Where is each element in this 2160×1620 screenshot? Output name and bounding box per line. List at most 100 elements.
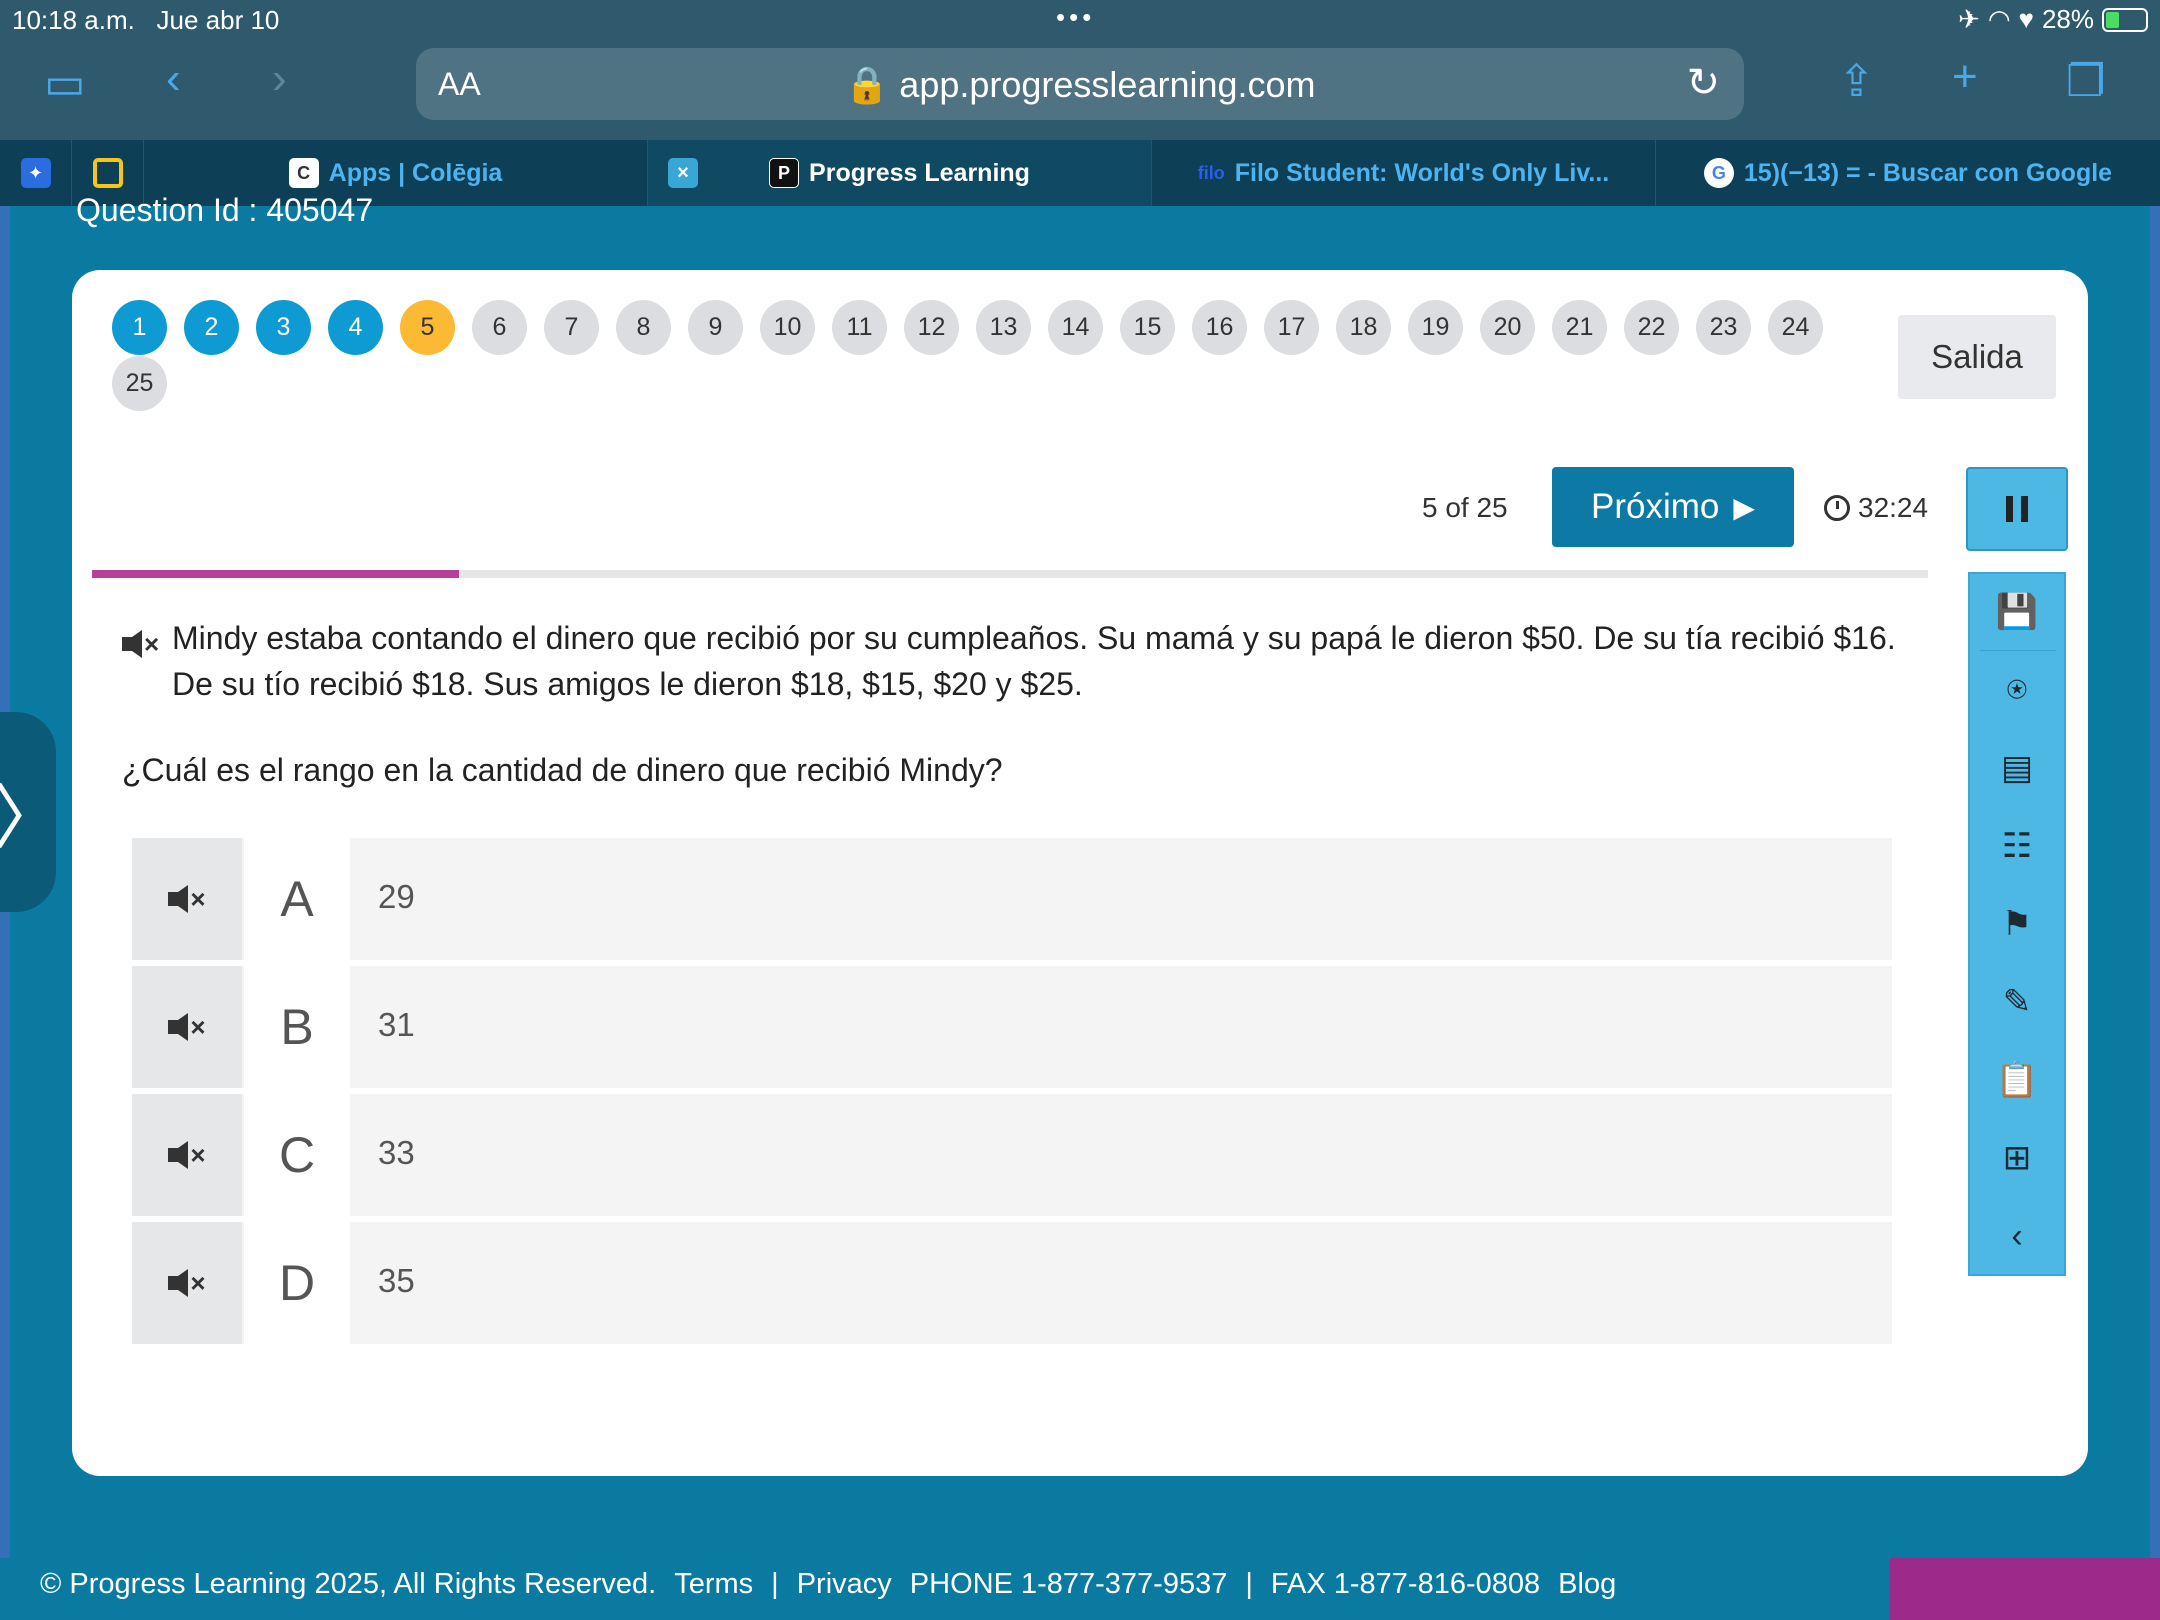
question-4-button[interactable]: 4	[328, 300, 383, 355]
choice-a[interactable]: × A 29	[132, 838, 1892, 960]
save-icon[interactable]: 💾	[1970, 574, 2064, 650]
question-counter: 5 of 25	[1422, 492, 1508, 523]
question-8-button[interactable]: 8	[616, 300, 671, 355]
mute-speaker-icon[interactable]: ×	[168, 1268, 206, 1299]
question-7-button[interactable]: 7	[544, 300, 599, 355]
question-9-button[interactable]: 9	[688, 300, 743, 355]
footer-accent	[1890, 1558, 2160, 1620]
notepad-icon[interactable]: 📋	[1970, 1042, 2064, 1118]
choice-letter: D	[244, 1222, 350, 1344]
battery-percent: 28%	[2041, 4, 2094, 34]
question-2-button[interactable]: 2	[184, 300, 239, 355]
question-1-button[interactable]: 1	[112, 300, 167, 355]
choice-value: 33	[378, 1134, 415, 1171]
copyright: © Progress Learning 2025, All Rights Res…	[40, 1568, 657, 1600]
question-13-button[interactable]: 13	[976, 300, 1031, 355]
tab-filo[interactable]: filo Filo Student: World's Only Liv...	[1152, 140, 1656, 206]
question-15-button[interactable]: 15	[1120, 300, 1175, 355]
filo-icon: filo	[1197, 162, 1225, 183]
back-icon[interactable]: ‹	[166, 54, 181, 104]
privacy-link[interactable]: Privacy	[797, 1568, 892, 1601]
collapse-icon[interactable]: ‹	[1970, 1198, 2064, 1274]
flag-icon[interactable]: ⚑	[1970, 886, 2064, 962]
progress-learning-icon: P	[769, 158, 800, 188]
question-17-button[interactable]: 17	[1264, 300, 1319, 355]
footer-separator: |	[1245, 1568, 1253, 1600]
mute-speaker-icon[interactable]: ×	[168, 1012, 206, 1043]
fax-number: FAX 1-877-816-0808	[1270, 1568, 1541, 1600]
close-tab-icon[interactable]: ×	[668, 158, 698, 188]
checklist-icon[interactable]: ☷	[1970, 808, 2064, 884]
question-18-button[interactable]: 18	[1336, 300, 1391, 355]
pause-button[interactable]	[1966, 467, 2068, 551]
colegia-icon: C	[288, 158, 319, 188]
airplane-icon: ✈	[1958, 4, 1980, 34]
choice-d[interactable]: × D 35	[132, 1222, 1892, 1344]
status-bar: 10:18 a.m. Jue abr 10 ••• ✈ ◠ ♥ 28%	[0, 0, 2160, 40]
choice-letter: C	[244, 1094, 350, 1216]
multitask-dots-icon[interactable]: •••	[1056, 2, 1095, 33]
url-text[interactable]: app.progresslearning.com	[899, 64, 1315, 105]
tab-label: 15)(−13) = - Buscar con Google	[1743, 158, 2113, 187]
reload-icon[interactable]: ↻	[1686, 60, 1720, 106]
status-date: Jue abr 10	[156, 5, 280, 35]
pinned-tab-1[interactable]: ✦	[0, 140, 72, 206]
question-19-button[interactable]: 19	[1408, 300, 1463, 355]
highlighter-icon[interactable]: ✎	[1970, 964, 2064, 1040]
footer: © Progress Learning 2025, All Rights Res…	[0, 1558, 2160, 1620]
question-24-button[interactable]: 24	[1768, 300, 1823, 355]
status-time: 10:18 a.m. Jue abr 10	[12, 5, 280, 35]
accessibility-icon[interactable]: ⍟	[1970, 652, 2064, 728]
question-22-button[interactable]: 22	[1624, 300, 1679, 355]
address-bar[interactable]: AA 🔒 app.progresslearning.com ↻	[416, 48, 1744, 120]
footer-separator: |	[771, 1568, 779, 1600]
left-edge	[0, 206, 10, 1620]
question-3-button[interactable]: 3	[256, 300, 311, 355]
share-icon[interactable]: ⇪	[1838, 56, 1875, 107]
question-6-button[interactable]: 6	[472, 300, 527, 355]
chevron-right-icon: 〉	[0, 778, 63, 857]
eraser-icon[interactable]: ▤	[1970, 730, 2064, 806]
sidebar-icon[interactable]: ▭	[44, 58, 86, 109]
next-button[interactable]: Próximo ▶	[1552, 467, 1794, 547]
side-drawer-handle[interactable]: 〉	[0, 712, 63, 912]
blog-link[interactable]: Blog	[1558, 1568, 1616, 1601]
question-16-button[interactable]: 16	[1192, 300, 1247, 355]
question-25-button[interactable]: 25	[112, 356, 167, 411]
google-icon: G	[1703, 158, 1734, 188]
natgeo-icon	[92, 158, 123, 188]
question-card: 1 2 3 4 5 6 7 8 9 10 11 12 13 14 15 16 17 18 19 20 21 22 23 24 2…	[72, 270, 2088, 1476]
question-12-button[interactable]: 12	[904, 300, 959, 355]
progress-bar	[92, 570, 1928, 578]
question-14-button[interactable]: 14	[1048, 300, 1103, 355]
timer-value: 32:24	[1858, 492, 1929, 523]
new-tab-icon[interactable]: +	[1952, 52, 1978, 102]
tabs-overview-icon[interactable]: ❐	[2066, 56, 2105, 107]
tab-progress-learning[interactable]: × P Progress Learning	[648, 140, 1152, 206]
add-note-icon[interactable]: ⊞	[1970, 1120, 2064, 1196]
timer: 32:24	[1824, 492, 1928, 524]
question-10-button[interactable]: 10	[760, 300, 815, 355]
forward-icon[interactable]: ›	[272, 54, 287, 104]
terms-link[interactable]: Terms	[674, 1568, 753, 1601]
question-21-button[interactable]: 21	[1552, 300, 1607, 355]
rocket-icon: ✦	[20, 158, 51, 188]
wifi-icon: ◠	[1987, 4, 2011, 34]
choice-b[interactable]: × B 31	[132, 966, 1892, 1088]
tab-google[interactable]: G 15)(−13) = - Buscar con Google	[1656, 140, 2160, 206]
choice-c[interactable]: × C 33	[132, 1094, 1892, 1216]
heart-icon: ♥	[2018, 4, 2034, 34]
question-prompt: ¿Cuál es el rango en la cantidad de dine…	[122, 752, 1003, 788]
question-20-button[interactable]: 20	[1480, 300, 1535, 355]
question-5-button[interactable]: 5	[400, 300, 455, 355]
lock-icon: 🔒	[844, 64, 890, 105]
mute-speaker-icon[interactable]: ×	[168, 1140, 206, 1171]
mute-speaker-icon[interactable]: ×	[122, 621, 159, 667]
question-id: Question Id : 405047	[76, 192, 374, 228]
question-11-button[interactable]: 11	[832, 300, 887, 355]
question-23-button[interactable]: 23	[1696, 300, 1751, 355]
mute-speaker-icon[interactable]: ×	[168, 884, 206, 915]
exit-button[interactable]: Salida	[1898, 315, 2056, 399]
play-arrow-icon: ▶	[1733, 491, 1755, 523]
choice-value: 35	[378, 1262, 415, 1299]
